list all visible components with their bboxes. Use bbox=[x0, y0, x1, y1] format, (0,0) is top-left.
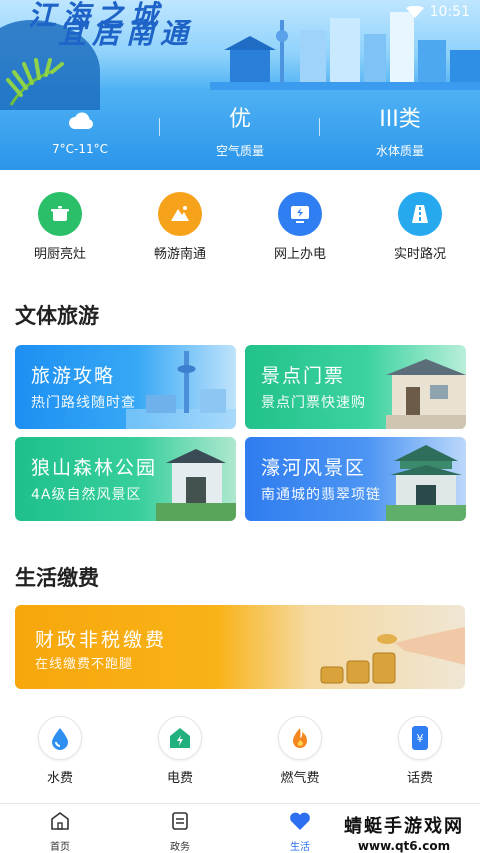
document-icon bbox=[172, 812, 188, 830]
card-scenic-tickets[interactable]: 景点门票 景点门票快速购 bbox=[245, 345, 466, 429]
temperature-block[interactable]: 7°C-11°C bbox=[0, 104, 160, 156]
weather-bar: 7°C-11°C 优 空气质量 III类 水体质量 bbox=[0, 104, 480, 170]
weather-icon-wrap bbox=[0, 104, 160, 136]
road-icon bbox=[398, 192, 442, 236]
card-haohe-scenic[interactable]: 濠河风景区 南通城的翡翠项链 bbox=[245, 437, 466, 521]
card-title: 濠河风景区 bbox=[261, 457, 367, 479]
pot-icon bbox=[38, 192, 82, 236]
tab-government[interactable]: 政务 bbox=[120, 810, 240, 853]
tower-illustration bbox=[126, 351, 236, 429]
air-quality-block[interactable]: 优 空气质量 bbox=[160, 104, 320, 159]
service-mingchu-lianzao[interactable]: 明厨亮灶 bbox=[0, 192, 120, 262]
payment-shortcuts: 水费 电费 燃气费 ¥ 话费 bbox=[0, 716, 480, 786]
status-time: 10:51 bbox=[429, 4, 470, 20]
pay-label: 燃气费 bbox=[280, 771, 320, 786]
electric-house-icon bbox=[158, 716, 202, 760]
cloudy-icon bbox=[69, 112, 93, 129]
pay-electric-bill[interactable]: 电费 bbox=[120, 716, 240, 786]
section-title-culture: 文体旅游 bbox=[15, 304, 99, 328]
pay-label: 话费 bbox=[406, 771, 433, 786]
heart-icon bbox=[290, 812, 310, 830]
water-quality-block[interactable]: III类 水体质量 bbox=[320, 104, 480, 159]
service-label: 实时路况 bbox=[393, 247, 446, 262]
service-label: 明厨亮灶 bbox=[33, 247, 86, 262]
coins-illustration bbox=[320, 627, 465, 684]
service-online-electricity[interactable]: 网上办电 bbox=[240, 192, 360, 262]
city-skyline-illustration bbox=[210, 12, 480, 90]
tab-home[interactable]: 首页 bbox=[0, 810, 120, 853]
fiscal-fee-banner[interactable]: 财政非税缴费 在线缴费不跑腿 bbox=[15, 605, 465, 689]
air-quality-value: 优 bbox=[228, 107, 251, 132]
svg-text:¥: ¥ bbox=[417, 732, 424, 745]
card-title: 景点门票 bbox=[261, 365, 346, 387]
phone-bill-icon: ¥ bbox=[398, 716, 442, 760]
power-monitor-icon bbox=[278, 192, 322, 236]
air-quality-label: 空气质量 bbox=[215, 144, 264, 158]
mountain-icon bbox=[158, 192, 202, 236]
banner-subtitle: 在线缴费不跑腿 bbox=[35, 657, 134, 672]
pay-label: 水费 bbox=[46, 771, 73, 786]
slogan-line2: 宜居南通 bbox=[58, 17, 195, 50]
pay-gas-bill[interactable]: 燃气费 bbox=[240, 716, 360, 786]
flame-icon bbox=[278, 716, 322, 760]
pavilion-illustration bbox=[156, 449, 236, 521]
water-quality-value: III类 bbox=[379, 107, 421, 132]
card-title: 狼山森林公园 bbox=[31, 457, 158, 479]
card-langshan-park[interactable]: 狼山森林公园 4A级自然风景区 bbox=[15, 437, 236, 521]
temperature-range: 7°C-11°C bbox=[52, 142, 108, 156]
water-drop-icon bbox=[38, 716, 82, 760]
service-traffic[interactable]: 实时路况 bbox=[360, 192, 480, 262]
city-header-banner: 江海之城 宜居南通 10:51 7°C-11°C 优 空气质量 III类 水体质… bbox=[0, 0, 480, 170]
card-subtitle: 南通城的翡翠项链 bbox=[261, 487, 381, 503]
card-subtitle: 景点门票快速购 bbox=[261, 395, 366, 411]
wifi-icon bbox=[406, 6, 424, 18]
card-travel-guide[interactable]: 旅游攻略 热门路线随时查 bbox=[15, 345, 236, 429]
water-quality-label: 水体质量 bbox=[375, 144, 424, 158]
tab-label: 政务 bbox=[170, 842, 190, 853]
palm-leaf-decoration bbox=[6, 58, 64, 106]
tab-label: 首页 bbox=[50, 842, 70, 853]
watermark-url: www.qt6.com bbox=[357, 839, 451, 853]
section-title-life: 生活缴费 bbox=[15, 566, 99, 590]
screen: 江海之城 宜居南通 10:51 7°C-11°C 优 空气质量 III类 水体质… bbox=[0, 0, 480, 853]
quick-services: 明厨亮灶 畅游南通 网上办电 实时路况 bbox=[0, 192, 480, 272]
banner-title: 财政非税缴费 bbox=[35, 629, 168, 651]
service-label: 网上办电 bbox=[273, 247, 326, 262]
pay-label: 电费 bbox=[166, 771, 193, 786]
site-watermark: 蜻蜓手游戏网 www.qt6.com bbox=[334, 812, 474, 853]
home-icon bbox=[51, 812, 69, 830]
service-changyou-nantong[interactable]: 畅游南通 bbox=[120, 192, 240, 262]
watermark-title: 蜻蜓手游戏网 bbox=[344, 816, 464, 837]
service-label: 畅游南通 bbox=[153, 247, 206, 262]
gate-building-illustration bbox=[386, 359, 466, 429]
card-subtitle: 热门路线随时查 bbox=[31, 395, 136, 411]
card-subtitle: 4A级自然风景区 bbox=[31, 487, 142, 503]
pay-phone-bill[interactable]: ¥ 话费 bbox=[360, 716, 480, 786]
pay-water-bill[interactable]: 水费 bbox=[0, 716, 120, 786]
card-title: 旅游攻略 bbox=[31, 365, 116, 387]
temple-illustration bbox=[386, 445, 466, 521]
